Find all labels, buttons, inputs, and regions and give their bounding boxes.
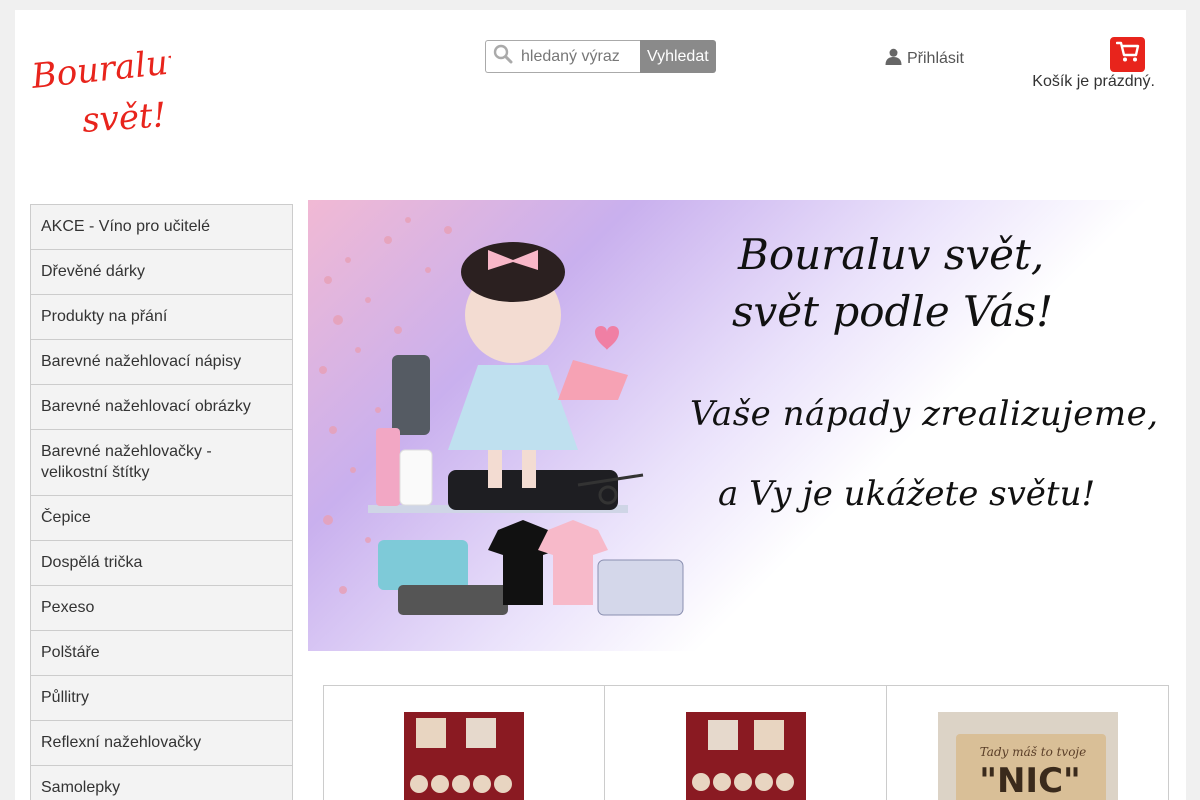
search-button[interactable]: Vyhledat: [640, 40, 716, 73]
sidebar-item-nazehlovaci-napisy[interactable]: Barevné nažehlovací nápisy: [31, 340, 292, 385]
product-card[interactable]: [605, 685, 887, 800]
banner-line-1: Bouraluv svět,: [738, 230, 1045, 279]
banner-line-4: a Vy je ukážete světu!: [718, 474, 1096, 514]
sidebar-item-pexeso[interactable]: Pexeso: [31, 586, 292, 631]
sidebar-item-polstare[interactable]: Polštáře: [31, 631, 292, 676]
product-image[interactable]: [685, 712, 806, 800]
sidebar-item-dospela-tricka[interactable]: Dospělá trička: [31, 541, 292, 586]
cart-status[interactable]: Košík je prázdný.: [1032, 73, 1155, 91]
product-image[interactable]: Tady máš to tvoje "NIC": [937, 712, 1118, 800]
sidebar-item-cepice[interactable]: Čepice: [31, 496, 292, 541]
svg-text:Bouraluv: Bouraluv: [31, 41, 171, 97]
search-input[interactable]: [521, 47, 636, 66]
shopping-cart-icon: [1115, 41, 1140, 68]
search-field[interactable]: [485, 40, 640, 73]
banner-illustration: [319, 217, 684, 616]
svg-text:svět!: svět!: [81, 95, 168, 141]
site-logo[interactable]: Bouraluv svět!: [29, 40, 189, 145]
login-label: Přihlásit: [907, 50, 964, 67]
sidebar-item-produkty-na-prani[interactable]: Produkty na přání: [31, 295, 292, 340]
banner-line-3: Vaše nápady zrealizujeme,: [690, 394, 1159, 434]
sidebar-item-drevene-darky[interactable]: Dřevěné dárky: [31, 250, 292, 295]
sidebar-item-velikostni-stitky[interactable]: Barevné nažehlovačky - velikostní štítky: [31, 430, 292, 496]
search-icon: [493, 44, 513, 69]
product-image[interactable]: [404, 712, 524, 800]
banner-slogan: Bouraluv svět, svět podle Vás! Vaše nápa…: [690, 230, 1159, 514]
search-bar: Vyhledat: [485, 40, 716, 73]
banner-line-2: svět podle Vás!: [732, 287, 1054, 336]
user-icon: [885, 48, 907, 70]
product-grid: Tady máš to tvoje "NIC": [323, 685, 1169, 800]
hero-banner[interactable]: Bouraluv svět, svět podle Vás! Vaše nápa…: [308, 200, 1171, 651]
sidebar-item-reflexni-nazehlovacky[interactable]: Reflexní nažehlovačky: [31, 721, 292, 766]
product-card[interactable]: [323, 685, 605, 800]
svg-text:"NIC": "NIC": [979, 761, 1081, 800]
svg-text:Tady máš to tvoje: Tady máš to tvoje: [979, 745, 1086, 759]
login-link[interactable]: Přihlásit: [885, 48, 964, 70]
category-sidebar: AKCE - Víno pro učitelé Dřevěné dárky Pr…: [30, 204, 293, 800]
logo-graphic: Bouraluv svět!: [29, 41, 189, 141]
sidebar-item-nazehlovaci-obrazky[interactable]: Barevné nažehlovací obrázky: [31, 385, 292, 430]
sidebar-item-pullitry[interactable]: Půllitry: [31, 676, 292, 721]
page-container: Bouraluv svět! Vyhledat Přihlásit: [15, 10, 1186, 800]
product-card[interactable]: Tady máš to tvoje "NIC": [887, 685, 1169, 800]
sidebar-item-akce-vino[interactable]: AKCE - Víno pro učitelé: [31, 205, 292, 250]
sidebar-item-samolepky[interactable]: Samolepky: [31, 766, 292, 800]
cart-button[interactable]: [1110, 37, 1145, 72]
